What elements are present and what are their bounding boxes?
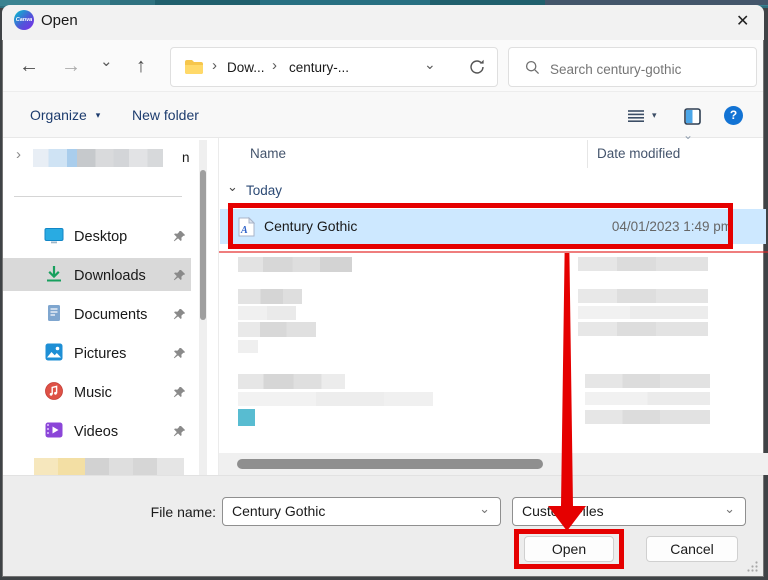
sidebar-scrollbar-thumb[interactable] (200, 170, 206, 320)
sidebar-item-label: Videos (74, 424, 118, 440)
recent-locations-chevron[interactable]: ⌄ (100, 52, 113, 70)
desktop-icon (44, 225, 64, 245)
view-dropdown-caret-icon[interactable]: ▾ (652, 110, 657, 121)
documents-icon (44, 303, 64, 323)
file-name-combobox[interactable]: Century Gothic ⌄ (222, 497, 501, 526)
date-redacted (578, 289, 708, 303)
file-type-combobox[interactable]: Custom Files ⌄ (512, 497, 746, 526)
sidebar-item-redacted[interactable] (34, 458, 184, 475)
close-button[interactable]: ✕ (736, 11, 749, 31)
new-folder-button[interactable]: New folder (132, 107, 199, 123)
sidebar-separator (14, 196, 182, 197)
breadcrumb-segment-century[interactable]: century-... (289, 60, 349, 75)
file-row-redacted[interactable] (238, 374, 345, 389)
organize-button[interactable]: Organize ▾ (30, 107, 100, 123)
annotation-box-open-button (514, 529, 624, 569)
resize-grip[interactable] (746, 560, 759, 573)
window-title: Open (41, 12, 78, 29)
sidebar-item-label: Documents (74, 307, 147, 323)
date-redacted (578, 322, 708, 336)
pictures-icon (44, 342, 64, 362)
column-header-name[interactable]: Name (250, 146, 286, 161)
column-header-date-modified[interactable]: Date modified (597, 146, 680, 161)
date-redacted (578, 257, 708, 271)
group-header-today[interactable]: Today (246, 183, 282, 198)
pin-icon (172, 269, 186, 283)
file-row-redacted[interactable] (255, 410, 447, 426)
breadcrumb-separator: › (212, 57, 217, 74)
date-redacted (585, 374, 710, 388)
sidebar-item-label: Pictures (74, 346, 126, 362)
date-redacted (578, 306, 708, 319)
tree-item-suffix: n (182, 150, 190, 165)
file-name-label: File name: (146, 504, 216, 520)
address-dropdown-chevron[interactable]: ⌄ (424, 56, 436, 73)
date-redacted (585, 392, 710, 405)
sidebar-item-label: Downloads (74, 268, 146, 284)
combobox-chevron-icon[interactable]: ⌄ (724, 495, 735, 522)
pin-icon (172, 386, 186, 400)
refresh-icon[interactable] (468, 58, 486, 76)
pin-icon (172, 425, 186, 439)
title-bar (2, 5, 764, 40)
sidebar-item-label: Music (74, 385, 112, 401)
command-toolbar (3, 92, 763, 138)
date-redacted (585, 410, 710, 424)
pane-divider (218, 138, 219, 476)
sidebar-item-label: Desktop (74, 229, 127, 245)
tree-expand-chevron[interactable]: › (16, 146, 21, 163)
forward-button[interactable]: → (61, 55, 81, 77)
breadcrumb-segment-downloads[interactable]: Dow... (227, 60, 265, 75)
back-button[interactable]: ← (19, 55, 39, 77)
breadcrumb-separator: › (272, 57, 277, 74)
pin-icon (172, 308, 186, 322)
file-row-redacted[interactable] (238, 306, 296, 320)
help-icon[interactable]: ? (724, 106, 743, 125)
file-row-redacted[interactable] (238, 340, 258, 353)
file-row-redacted[interactable] (238, 257, 352, 272)
folder-icon (184, 59, 204, 75)
view-list-icon[interactable] (627, 109, 645, 123)
file-row-redacted[interactable] (238, 289, 302, 304)
file-row-redacted[interactable] (238, 322, 316, 337)
up-button[interactable]: ↑ (136, 55, 146, 77)
search-input[interactable] (548, 58, 747, 80)
file-name-combobox-value: Century Gothic (232, 503, 325, 519)
pin-icon (172, 347, 186, 361)
file-row-redacted[interactable] (238, 392, 433, 406)
cancel-button[interactable]: Cancel (646, 536, 738, 562)
combobox-chevron-icon[interactable]: ⌄ (479, 495, 490, 522)
organize-label: Organize (30, 107, 87, 123)
preview-pane-icon[interactable] (684, 108, 701, 125)
file-type-combobox-value: Custom Files (522, 503, 604, 519)
file-icon-redacted (238, 409, 255, 426)
downloads-icon (44, 264, 64, 284)
tree-item-redacted[interactable] (33, 149, 163, 167)
annotation-box-file-row (228, 203, 733, 249)
videos-icon (44, 420, 64, 440)
music-icon (44, 381, 64, 401)
screen: Canva Open ✕ ← → ⌄ ↑ › Dow... › century-… (0, 0, 768, 580)
sort-indicator-icon: ⌄ (683, 128, 693, 142)
search-icon (525, 60, 540, 75)
column-divider[interactable] (587, 140, 588, 168)
pin-icon (172, 230, 186, 244)
group-collapse-chevron[interactable]: ⌄ (227, 179, 238, 195)
horizontal-scrollbar-thumb[interactable] (237, 459, 543, 469)
organize-caret-icon: ▾ (96, 110, 101, 120)
canva-logo-icon: Canva (14, 10, 34, 30)
annotation-underline (219, 251, 768, 253)
